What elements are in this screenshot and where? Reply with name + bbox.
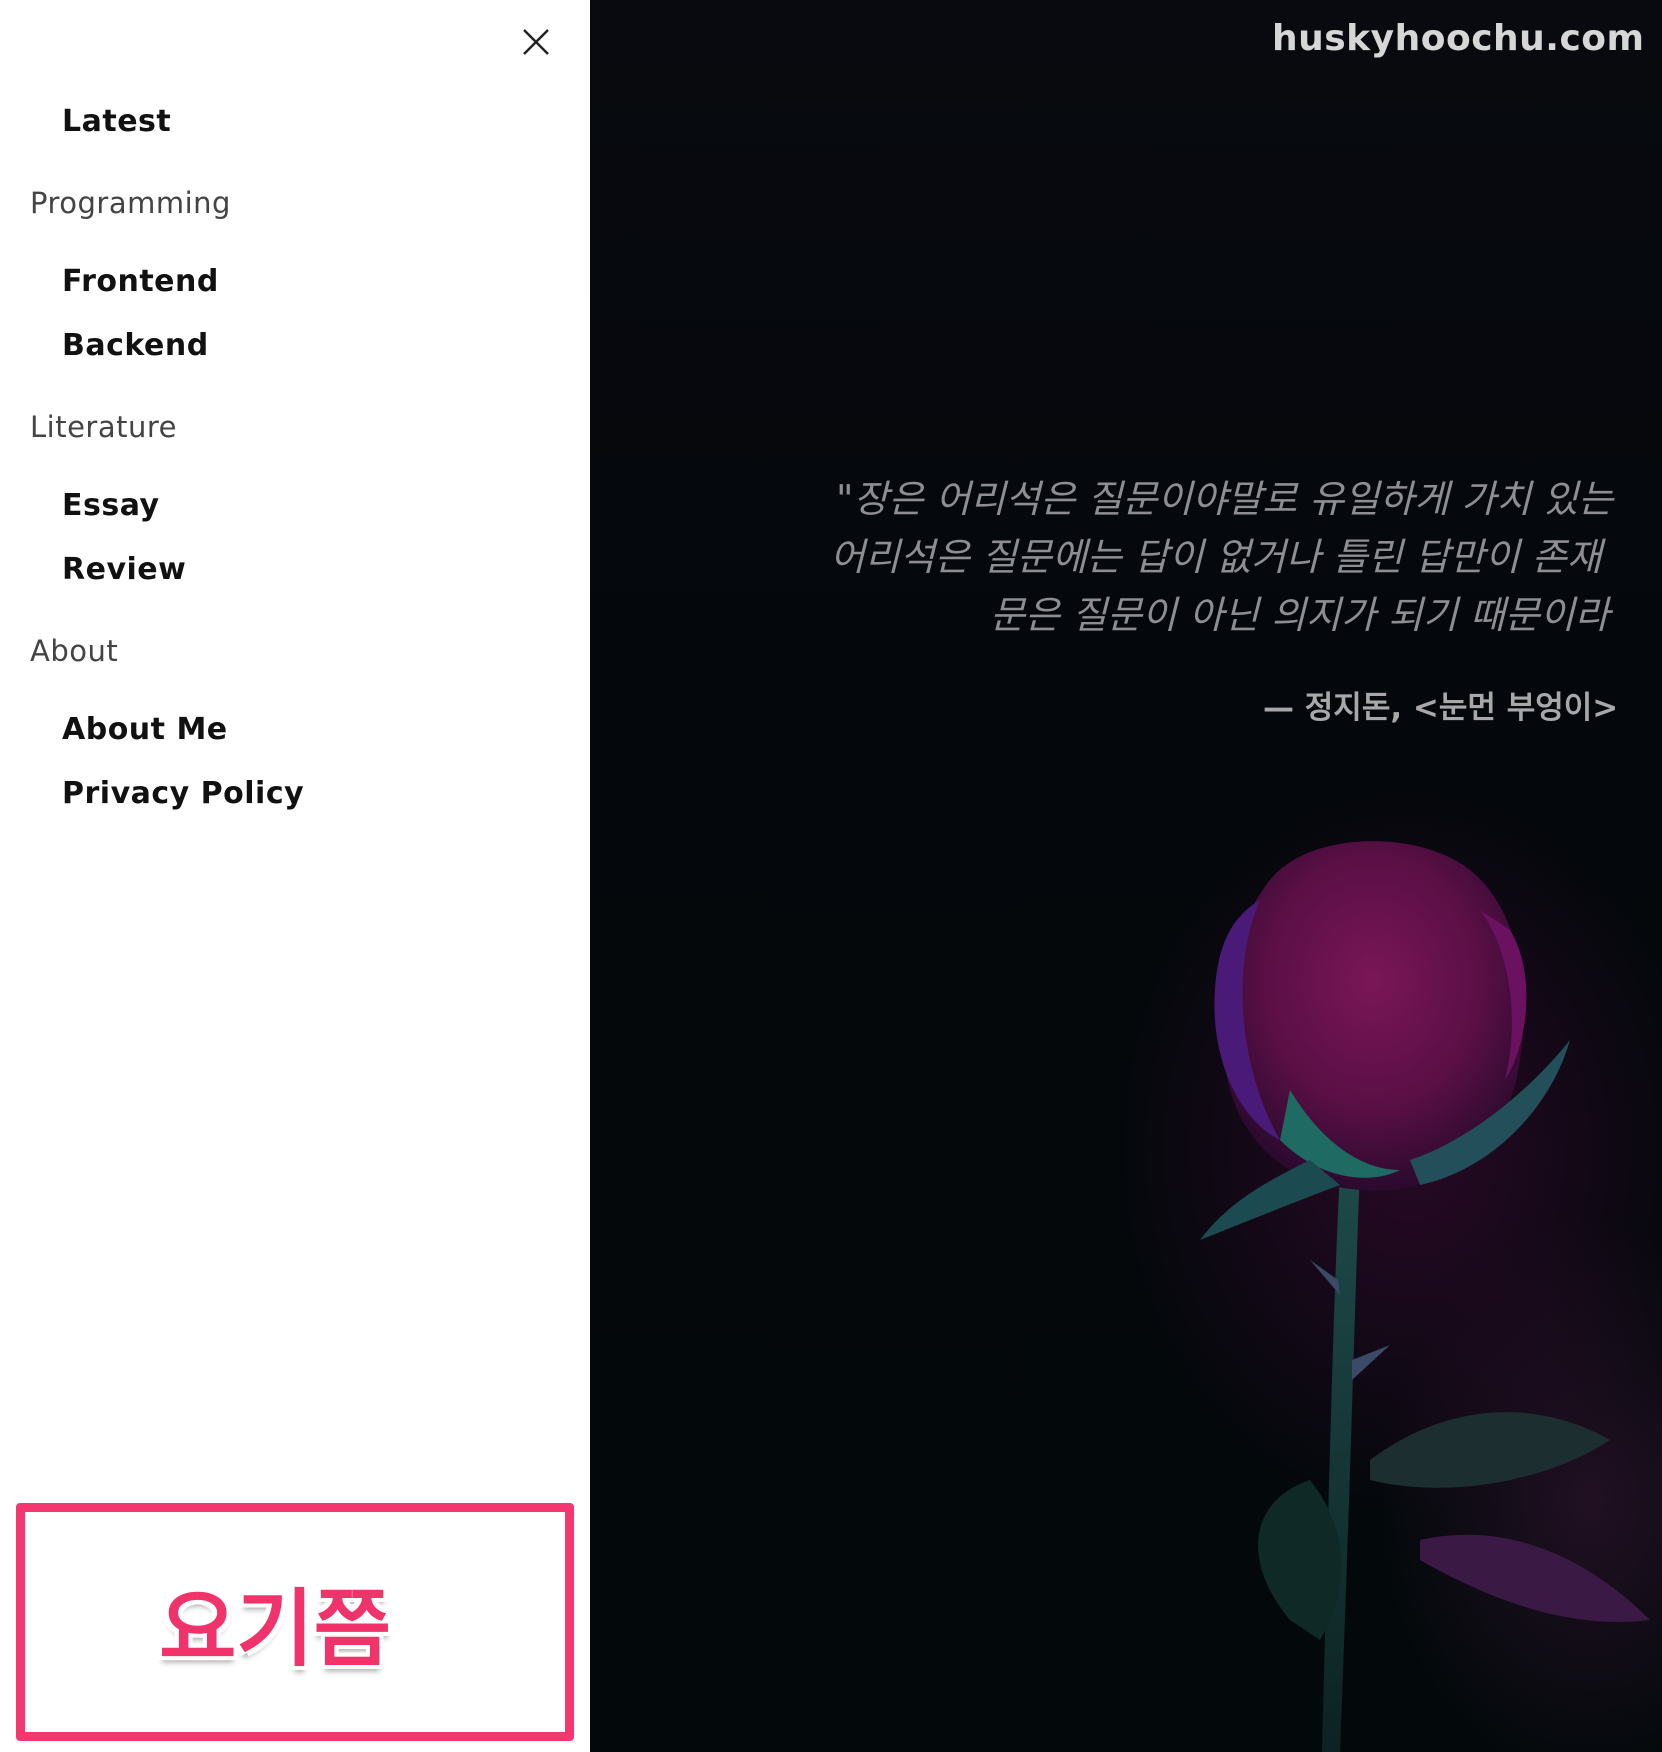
quote-line: "장은 어리석은 질문이야말로 유일하게 가치 있는 bbox=[836, 477, 1614, 521]
nav-item-about-me[interactable]: About Me bbox=[62, 712, 228, 747]
quote-line: 문은 질문이 아닌 의지가 되기 때문이라 bbox=[990, 593, 1610, 637]
nav-section-programming: Programming bbox=[30, 186, 231, 220]
quote-author: — 정지돈, <눈먼 부엉이> bbox=[1263, 690, 1619, 726]
rose-image bbox=[1200, 841, 1650, 1752]
annotation-label: 요기쯤 bbox=[159, 1579, 391, 1678]
nav-drawer: Latest Programming Frontend Backend Lite… bbox=[0, 0, 590, 1752]
nav-item-latest[interactable]: Latest bbox=[62, 104, 171, 139]
nav-section-literature: Literature bbox=[30, 410, 177, 444]
hero-section: huskyhoochu.com "장은 어리석은 질문이야말로 유일하게 가치 … bbox=[590, 0, 1662, 1752]
annotation-highlight-box: 요기쯤 bbox=[16, 1503, 574, 1741]
nav-item-essay[interactable]: Essay bbox=[62, 488, 160, 523]
nav-item-frontend[interactable]: Frontend bbox=[62, 264, 219, 299]
nav-item-privacy-policy[interactable]: Privacy Policy bbox=[62, 776, 304, 811]
hero-quote: "장은 어리석은 질문이야말로 유일하게 가치 있는 어리석은 질문에는 답이 … bbox=[830, 470, 1662, 644]
quote-line: 어리석은 질문에는 답이 없거나 틀린 답만이 존재 bbox=[830, 535, 1602, 579]
nav-section-about: About bbox=[30, 634, 119, 668]
nav-item-backend[interactable]: Backend bbox=[62, 328, 209, 363]
close-icon[interactable] bbox=[518, 24, 554, 60]
nav-item-review[interactable]: Review bbox=[62, 552, 186, 587]
site-title[interactable]: huskyhoochu.com bbox=[1272, 18, 1645, 59]
